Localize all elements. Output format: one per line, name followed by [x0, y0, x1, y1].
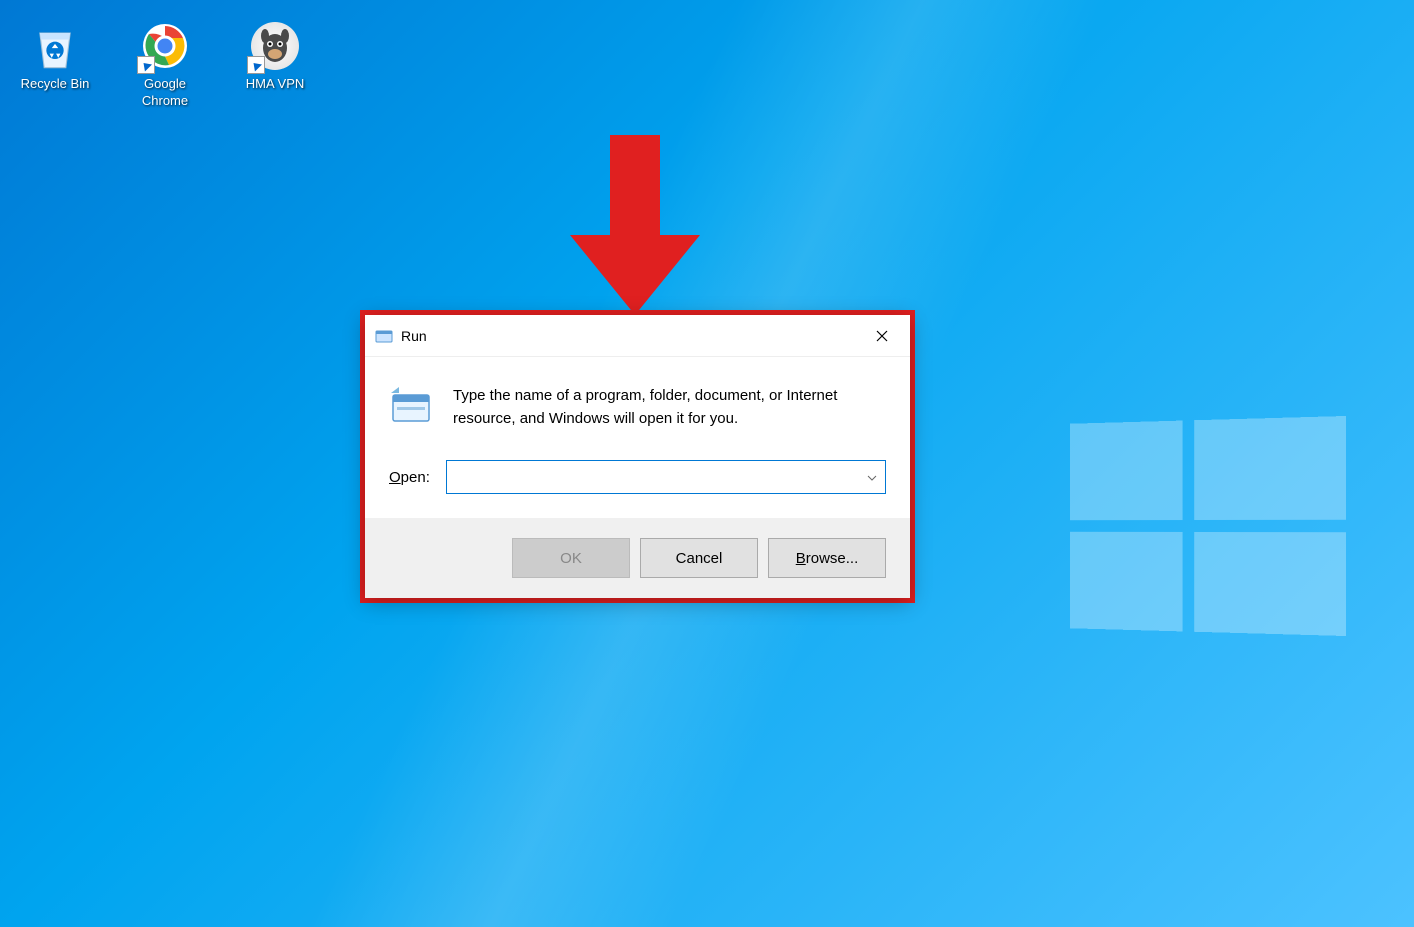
- hma-vpn-icon: [249, 20, 301, 72]
- annotation-highlight-border: Run Type the name of a program,: [360, 310, 915, 603]
- chevron-down-icon[interactable]: [867, 470, 877, 484]
- open-label: Open:: [389, 469, 430, 486]
- run-dialog-titlebar[interactable]: Run: [365, 315, 910, 357]
- run-dialog-title: Run: [401, 328, 427, 344]
- run-dialog-title-icon: [375, 327, 393, 345]
- cancel-button[interactable]: Cancel: [640, 538, 758, 578]
- chrome-icon: [139, 20, 191, 72]
- desktop-icon-recycle-bin[interactable]: Recycle Bin: [15, 20, 95, 110]
- shortcut-arrow-icon: [137, 56, 155, 74]
- run-dialog-icon: [389, 385, 433, 429]
- browse-button[interactable]: Browse...: [768, 538, 886, 578]
- open-input[interactable]: [455, 469, 867, 485]
- desktop-icon-google-chrome[interactable]: Google Chrome: [125, 20, 205, 110]
- run-dialog: Run Type the name of a program,: [365, 315, 910, 598]
- annotation-arrow-icon: [570, 135, 700, 320]
- ok-button: OK: [512, 538, 630, 578]
- run-dialog-body: Type the name of a program, folder, docu…: [365, 357, 910, 518]
- desktop-icon-label: Recycle Bin: [21, 76, 90, 93]
- run-dialog-description: Type the name of a program, folder, docu…: [453, 385, 886, 430]
- desktop-icon-label: Google Chrome: [125, 76, 205, 110]
- open-combobox[interactable]: [446, 460, 886, 494]
- windows-logo-wallpaper: [1070, 416, 1346, 636]
- close-button[interactable]: [854, 315, 910, 357]
- desktop-icon-hma-vpn[interactable]: HMA VPN: [235, 20, 315, 110]
- desktop-icon-label: HMA VPN: [246, 76, 305, 93]
- run-dialog-footer: OK Cancel Browse...: [365, 518, 910, 598]
- shortcut-arrow-icon: [247, 56, 265, 74]
- desktop-icons-container: Recycle Bin Google Chrome: [15, 20, 315, 110]
- close-icon: [876, 330, 888, 342]
- recycle-bin-icon: [29, 20, 81, 72]
